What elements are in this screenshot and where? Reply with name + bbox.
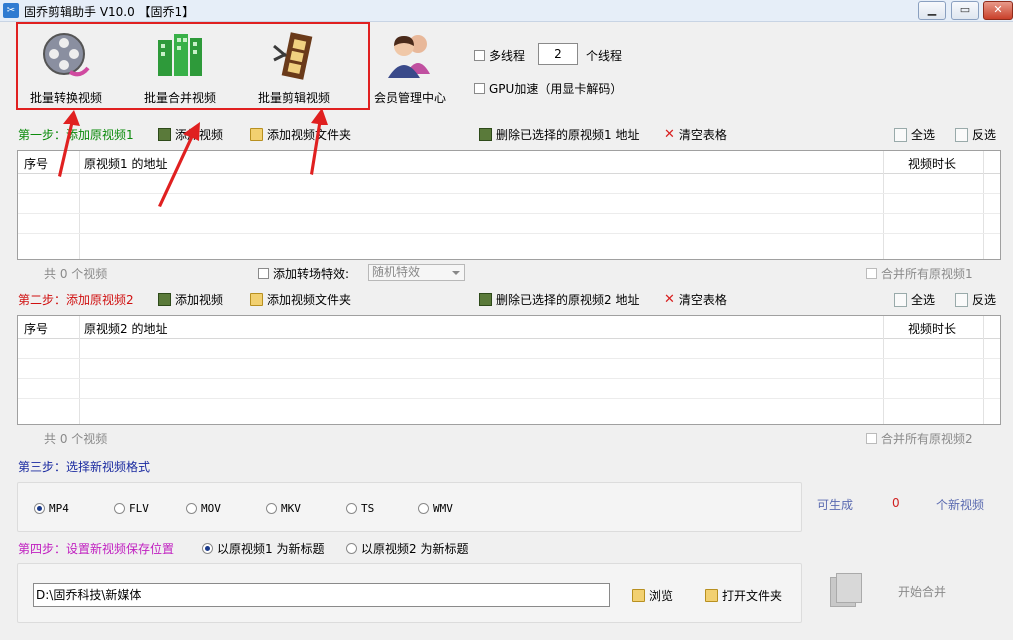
annotation-arrows xyxy=(58,108,328,207)
